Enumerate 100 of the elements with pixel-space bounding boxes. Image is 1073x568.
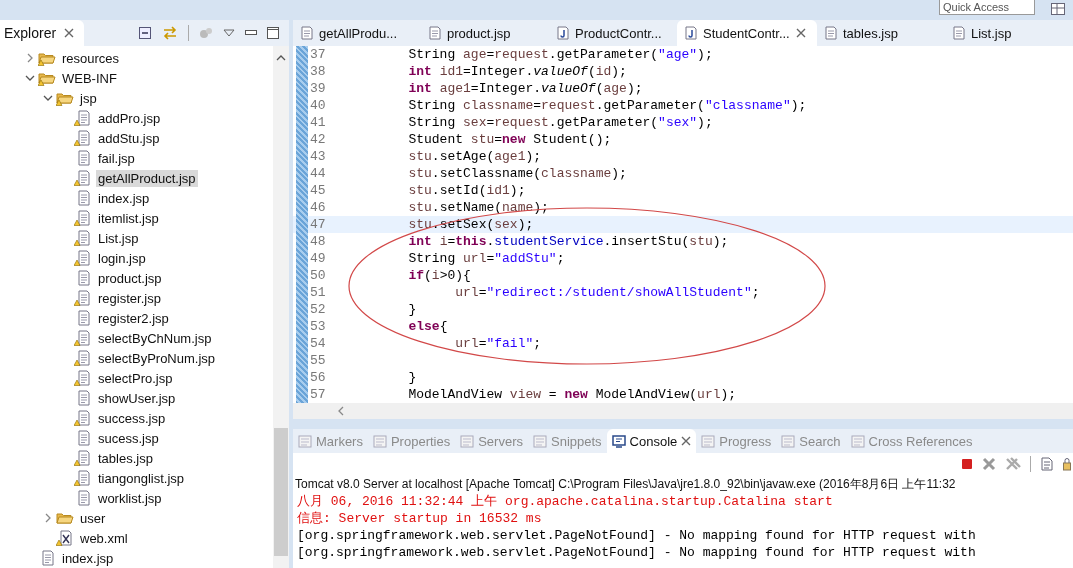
code-line: Student stu=new Student(); — [407, 132, 612, 147]
scrollbar-thumb[interactable] — [274, 428, 288, 556]
code-line: String url="addStu"; — [407, 251, 565, 266]
tree-item[interactable]: selectByProNum.jsp — [96, 349, 218, 367]
tree-item[interactable]: resources — [60, 49, 122, 67]
file-icon — [301, 26, 313, 40]
change-bar — [296, 131, 308, 148]
change-bar — [296, 97, 308, 114]
tree-item[interactable]: index.jsp — [60, 549, 116, 567]
line-number: 47 — [309, 217, 327, 232]
tree-item[interactable]: sucess.jsp — [96, 429, 161, 447]
editor-tab[interactable]: getAllProdu... — [293, 20, 421, 46]
line-number: 45 — [309, 183, 327, 198]
tree-item[interactable]: fail.jsp — [96, 149, 137, 167]
line-number: 57 — [309, 387, 327, 402]
console-line: 信息: Server startup in 16532 ms — [296, 510, 543, 527]
code-line: stu.setId(id1); — [407, 183, 526, 198]
close-icon[interactable] — [64, 28, 75, 38]
change-bar — [296, 63, 308, 80]
editor-tab[interactable]: tables.jsp — [817, 20, 945, 46]
file-icon — [825, 26, 837, 40]
panel-icon — [460, 434, 475, 448]
quick-access-field[interactable]: Quick Access — [939, 0, 1035, 15]
tree-item[interactable]: worklist.jsp — [96, 489, 164, 507]
change-bar — [296, 165, 308, 182]
scroll-left-icon[interactable] — [337, 406, 345, 416]
tree-item[interactable]: user — [78, 509, 108, 527]
view-tab[interactable]: Console — [606, 429, 697, 453]
code-line: if(i>0){ — [407, 268, 471, 283]
line-number: 44 — [309, 166, 327, 181]
tree-item[interactable]: register2.jsp — [96, 309, 171, 327]
tree-item[interactable]: addStu.jsp — [96, 129, 162, 147]
view-menu-icon[interactable] — [223, 29, 235, 37]
console-line: [org.springframework.web.servlet.PageNotFound] - No mapping found for HTTP request with — [296, 527, 977, 544]
document-icon[interactable] — [1040, 457, 1054, 471]
link-arrows-icon[interactable] — [162, 26, 178, 40]
tree-item[interactable]: WEB-INF — [60, 69, 119, 87]
change-bar — [296, 369, 308, 386]
change-bar — [296, 318, 308, 335]
change-bar — [296, 301, 308, 318]
scroll-up-icon[interactable] — [276, 54, 286, 62]
file-icon — [429, 26, 441, 40]
code-line: ModelAndView view = new ModelAndView(url); — [407, 387, 737, 402]
minimize-icon[interactable] — [245, 30, 257, 36]
tree-item[interactable]: addPro.jsp — [96, 109, 163, 127]
tree-item[interactable]: jsp — [78, 89, 99, 107]
editor-tab[interactable]: StudentContr... — [677, 20, 817, 46]
java-file-icon — [685, 26, 697, 40]
change-bar — [296, 199, 308, 216]
line-number: 40 — [309, 98, 327, 113]
tree-item[interactable]: selectPro.jsp — [96, 369, 175, 387]
editor-tab[interactable]: ProductContr... — [549, 20, 677, 46]
code-line: stu.setClassname(classname); — [407, 166, 627, 181]
line-number: 43 — [309, 149, 327, 164]
change-bar — [296, 233, 308, 250]
line-number: 49 — [309, 251, 327, 266]
collapse-all-icon[interactable] — [138, 26, 152, 40]
code-line: url="redirect:/student/showAllStudent"; — [454, 285, 760, 300]
code-line: stu.setSex(sex); — [407, 217, 534, 232]
code-line: String age=request.getParameter("age"); — [407, 47, 713, 62]
editor-tab[interactable]: product.jsp — [421, 20, 549, 46]
console-line: [org.springframework.web.servlet.PageNotFound] - No mapping found for HTTP request with — [296, 544, 977, 561]
tree-item[interactable]: register.jsp — [96, 289, 163, 307]
line-number: 50 — [309, 268, 327, 283]
close-icon[interactable] — [795, 28, 806, 38]
tree-item[interactable]: login.jsp — [96, 249, 148, 267]
change-bar — [296, 335, 308, 352]
code-line: String sex=request.getParameter("sex"); — [407, 115, 713, 130]
editor-tab[interactable]: List.jsp — [945, 20, 1073, 46]
panel-icon — [781, 434, 796, 448]
change-bar — [296, 46, 308, 63]
panel-icon — [533, 434, 547, 448]
tree-item[interactable]: success.jsp — [96, 409, 168, 427]
change-bar — [296, 148, 308, 165]
tree-item[interactable]: web.xml — [78, 529, 130, 547]
scrollbar[interactable] — [273, 46, 289, 568]
line-number: 52 — [309, 302, 327, 317]
tree-item[interactable]: tiangonglist.jsp — [96, 469, 186, 487]
maximize-icon[interactable] — [267, 27, 279, 39]
tree-item[interactable]: tables.jsp — [96, 449, 155, 467]
remove-icon[interactable] — [982, 457, 996, 471]
line-number: 53 — [309, 319, 327, 334]
perspective-icon[interactable] — [1051, 3, 1065, 15]
tree-item[interactable]: index.jsp — [96, 189, 152, 207]
monitor-icon — [611, 434, 626, 448]
tree-item[interactable]: getAllProduct.jsp — [96, 169, 198, 187]
horizontal-scrollbar[interactable] — [293, 403, 1073, 419]
remove-all-icon[interactable] — [1005, 457, 1021, 471]
tree-item[interactable]: selectByChNum.jsp — [96, 329, 214, 347]
code-line: else{ — [407, 319, 448, 334]
close-icon[interactable] — [681, 436, 692, 446]
tree-item[interactable]: product.jsp — [96, 269, 164, 287]
panel-icon — [850, 434, 865, 448]
tree-item[interactable]: itemlist.jsp — [96, 209, 161, 227]
stop-icon[interactable] — [961, 458, 973, 470]
explorer-tab[interactable]: Explorer — [0, 20, 85, 46]
tree-item[interactable]: showUser.jsp — [96, 389, 178, 407]
lock-icon[interactable] — [1063, 457, 1071, 471]
code-line: stu.setAge(age1); — [407, 149, 542, 164]
tree-item[interactable]: List.jsp — [96, 229, 141, 247]
